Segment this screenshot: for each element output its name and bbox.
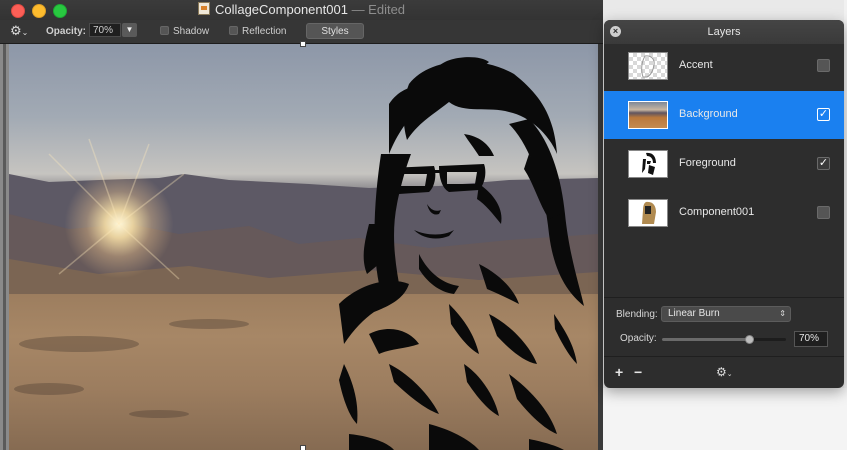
reflection-checkbox[interactable] bbox=[229, 26, 238, 35]
layers-panel-header[interactable]: × Layers bbox=[604, 20, 844, 44]
slider-knob[interactable] bbox=[744, 335, 754, 344]
layer-visibility-checkbox[interactable] bbox=[817, 206, 830, 219]
opacity-field[interactable]: 70% bbox=[89, 23, 121, 37]
document-icon bbox=[197, 2, 210, 15]
layers-panel: × Layers Accent Background ✓ Foreground … bbox=[604, 20, 844, 388]
layer-name: Accent bbox=[679, 59, 713, 71]
layer-row-foreground[interactable]: Foreground ✓ bbox=[604, 140, 844, 188]
blending-label: Blending: bbox=[616, 309, 658, 320]
document-title: CollageComponent001 — Edited bbox=[0, 2, 603, 18]
selection-handle-bottom[interactable] bbox=[300, 445, 306, 450]
document-window: CollageComponent001 — Edited ⚙⌄ Opacity:… bbox=[0, 0, 603, 450]
canvas-left-margin bbox=[0, 44, 9, 450]
blending-mode-value: Linear Burn bbox=[668, 308, 720, 319]
chevron-updown-icon: ⇕ bbox=[779, 309, 786, 318]
checkmark-icon: ✓ bbox=[818, 108, 829, 120]
layer-visibility-checkbox[interactable] bbox=[817, 59, 830, 72]
close-panel-button[interactable]: × bbox=[610, 26, 621, 37]
panel-divider bbox=[604, 297, 844, 298]
chevron-down-icon: ▼ bbox=[125, 25, 134, 34]
gear-icon: ⚙ bbox=[716, 365, 727, 379]
title-bar[interactable]: CollageComponent001 — Edited bbox=[0, 0, 603, 20]
layer-opacity-slider[interactable] bbox=[662, 335, 786, 344]
layer-thumbnail bbox=[628, 199, 668, 227]
slider-fill bbox=[662, 338, 749, 341]
collage-canvas[interactable] bbox=[9, 44, 598, 450]
checkmark-icon: ✓ bbox=[818, 157, 829, 169]
foreground-silhouette bbox=[339, 57, 584, 450]
edited-status: — Edited bbox=[351, 2, 406, 17]
chevron-down-icon: ⌄ bbox=[726, 371, 733, 378]
desktop-background bbox=[603, 388, 847, 450]
layer-opacity-label: Opacity: bbox=[620, 333, 657, 344]
layer-actions-menu-button[interactable]: ⚙⌄ bbox=[716, 365, 733, 379]
gear-icon: ⚙ bbox=[10, 23, 22, 38]
layer-visibility-checkbox[interactable]: ✓ bbox=[817, 108, 830, 121]
panel-divider bbox=[604, 356, 844, 357]
layer-visibility-checkbox[interactable]: ✓ bbox=[817, 157, 830, 170]
layer-name: Background bbox=[679, 108, 738, 120]
layers-panel-title: Layers bbox=[707, 26, 741, 38]
shadow-label: Shadow bbox=[173, 26, 210, 37]
shadow-checkbox[interactable] bbox=[160, 26, 169, 35]
layer-thumbnail bbox=[628, 150, 668, 178]
gear-menu-button[interactable]: ⚙⌄ bbox=[10, 24, 28, 39]
document-name: CollageComponent001 bbox=[214, 2, 348, 17]
opacity-dropdown-button[interactable]: ▼ bbox=[122, 23, 137, 37]
remove-layer-button[interactable]: − bbox=[634, 365, 642, 379]
layer-row-component001[interactable]: Component001 bbox=[604, 189, 844, 237]
reflection-label: Reflection bbox=[242, 26, 287, 37]
opacity-label: Opacity: bbox=[46, 26, 87, 37]
layer-row-background[interactable]: Background ✓ bbox=[604, 91, 844, 139]
layer-opacity-field[interactable]: 70% bbox=[794, 331, 828, 347]
layer-thumbnail bbox=[628, 101, 668, 129]
blending-mode-select[interactable]: Linear Burn ⇕ bbox=[661, 306, 791, 322]
selection-handle-top[interactable] bbox=[300, 41, 306, 47]
layer-name: Component001 bbox=[679, 206, 755, 218]
layer-row-accent[interactable]: Accent bbox=[604, 42, 844, 90]
close-icon: × bbox=[612, 26, 619, 36]
styles-button[interactable]: Styles bbox=[306, 23, 364, 39]
layer-thumbnail bbox=[628, 52, 668, 80]
chevron-down-icon: ⌄ bbox=[21, 28, 29, 37]
add-layer-button[interactable]: + bbox=[615, 365, 623, 379]
layer-name: Foreground bbox=[679, 157, 736, 169]
